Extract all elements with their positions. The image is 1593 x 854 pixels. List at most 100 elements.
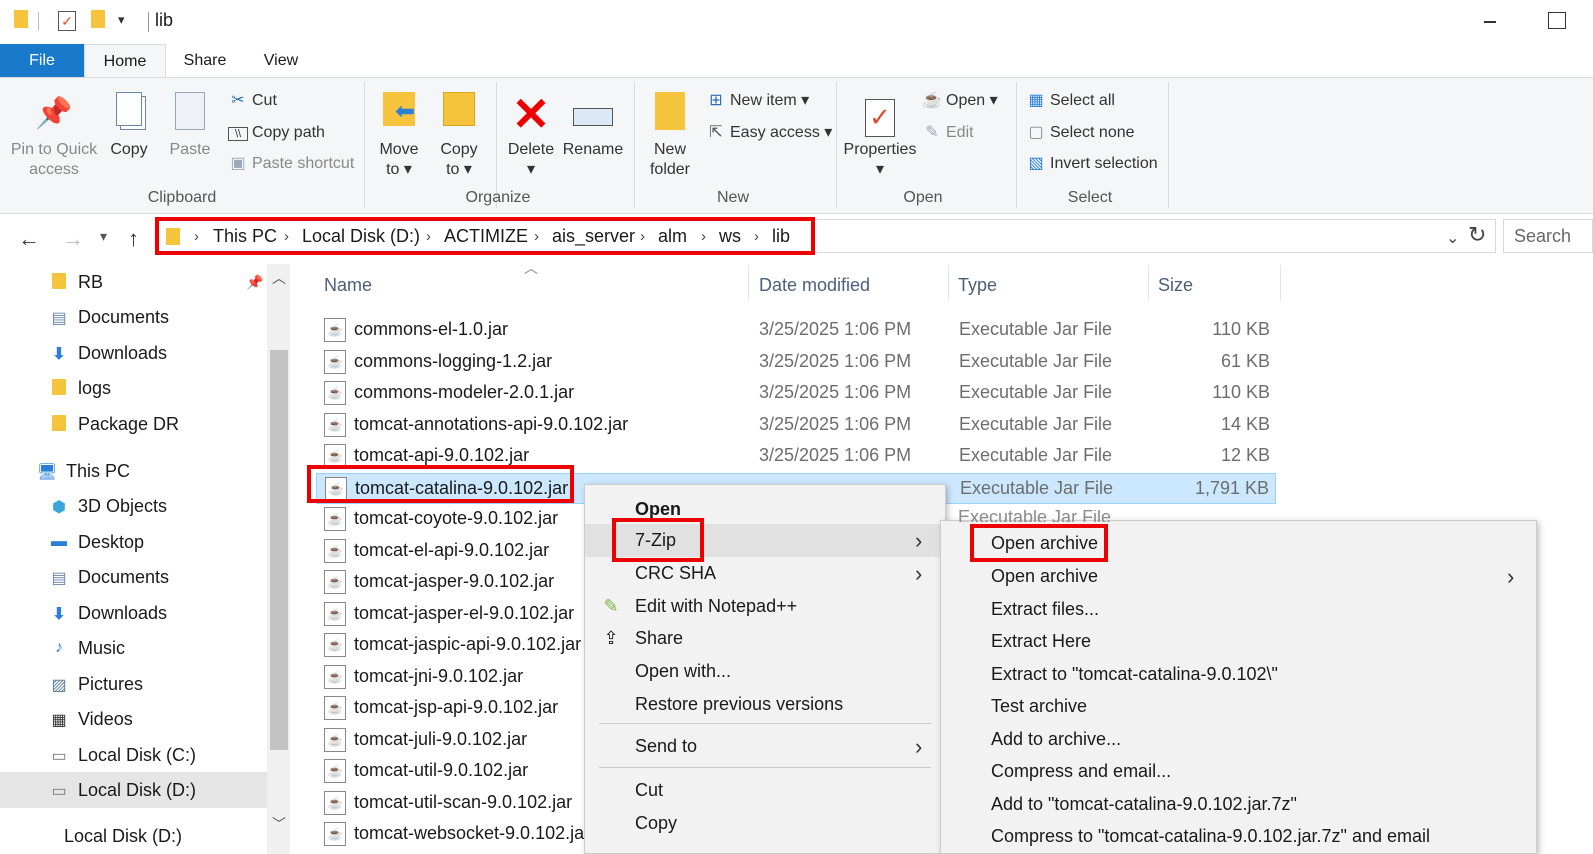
open-button[interactable]: ☕ Open ▾ [922,91,998,111]
properties-button[interactable]: ✓ Properties ▾ [842,92,918,180]
nav-item-pictures[interactable]: ▨ Pictures [48,674,143,695]
menu-item-restore-versions[interactable]: Restore previous versions [585,688,945,721]
sort-ascending-icon: ︿ [524,260,538,276]
submenu-item-test-archive[interactable]: Test archive [941,690,1536,723]
column-divider[interactable] [1280,265,1281,301]
minimize-icon[interactable] [1484,21,1496,23]
new-folder-icon [650,92,690,136]
column-header-size[interactable]: Size [1158,275,1193,296]
copy-button[interactable]: Copy [106,92,152,160]
nav-item-desktop[interactable]: ▬ Desktop [48,532,144,553]
menu-item-cut[interactable]: Cut [585,774,945,807]
nav-item-local-disk-d[interactable]: ▭ Local Disk (D:) [48,780,196,801]
copy-path-icon: \\ [228,127,248,141]
menu-label: Test archive [991,696,1088,716]
delete-label: Delete [507,141,555,158]
submenu-item-extract-files[interactable]: Extract files... [941,593,1536,626]
invert-selection-button[interactable]: ▧ Invert selection [1026,154,1157,174]
tab-share[interactable]: Share [170,44,240,77]
copy-path-button[interactable]: \\ Copy path [228,123,325,143]
file-row[interactable]: ☕ commons-logging-1.2.jar 3/25/2025 1:06 P… [316,347,1276,378]
file-row[interactable]: ☕ commons-modeler-2.0.1.jar 3/25/2025 1:06… [316,378,1276,409]
submenu-item-open-archive-more[interactable]: Open archive › [941,560,1536,593]
nav-item-documents[interactable]: ▤ Documents [48,307,169,328]
divider [38,12,39,30]
move-label-1: Move [379,141,419,158]
column-header-type[interactable]: Type [958,275,997,296]
nav-item-local-disk-d-2[interactable]: Local Disk (D:) [64,826,182,847]
properties-label: Properties [843,141,917,158]
address-dropdown-icon[interactable]: ⌄ [1446,228,1459,248]
cut-button[interactable]: ✂ Cut [228,91,277,111]
maximize-icon[interactable] [1548,12,1566,29]
column-divider[interactable] [748,265,749,301]
copy-to-button[interactable]: Copy to ▾ [436,92,482,180]
nav-item-music[interactable]: ♪ Music [48,638,125,659]
move-to-button[interactable]: ⬅ Move to ▾ [374,92,424,180]
nav-item-this-pc[interactable]: 🖥 This PC [36,461,130,482]
column-divider[interactable] [1148,265,1149,301]
jar-file-icon: ☕ [324,790,346,815]
nav-item-downloads-2[interactable]: ⬇ Downloads [48,603,167,624]
file-type-partial: Executable Jar File [958,510,1112,522]
new-item-button[interactable]: ⊞ New item ▾ [706,91,809,111]
menu-item-open-with[interactable]: Open with... [585,655,945,688]
easy-access-button[interactable]: ⇱ Easy access ▾ [706,123,832,143]
submenu-item-add-to-archive[interactable]: Add to archive... [941,723,1536,756]
submenu-item-add-to-7z[interactable]: Add to "tomcat-catalina-9.0.102.jar.7z" [941,788,1536,821]
nav-scrollbar-thumb[interactable] [270,350,288,750]
paste-button[interactable]: Paste [166,92,214,160]
nav-item-downloads[interactable]: ⬇ Downloads [48,343,167,364]
file-name: tomcat-api-9.0.102.jar [354,445,530,465]
nav-item-local-disk-c[interactable]: ▭ Local Disk (C:) [48,745,196,766]
nav-item-videos[interactable]: ▦ Videos [48,709,132,730]
invert-selection-icon: ▧ [1028,155,1044,172]
column-divider[interactable] [948,265,949,301]
scroll-up-icon[interactable]: ︿ [272,268,286,288]
file-name: tomcat-websocket-9.0.102.jar [354,823,591,843]
menu-item-send-to[interactable]: Send to › [585,730,945,763]
file-row[interactable]: ☕ commons-el-1.0.jar 3/25/2025 1:06 PM Exec… [316,315,1276,346]
select-none-icon: ▢ [1028,124,1044,141]
menu-item-edit-notepad[interactable]: ✎ Edit with Notepad++ [585,590,945,623]
back-arrow-icon[interactable]: ← [18,226,40,252]
scroll-down-icon[interactable]: ﹀ [272,814,286,834]
column-header-name[interactable]: Name [324,275,372,296]
recent-locations-chevron-icon[interactable]: ▾ [100,228,107,245]
tab-file[interactable]: File [0,44,84,77]
refresh-icon[interactable]: ↻ [1468,222,1486,248]
tab-view[interactable]: View [246,44,316,77]
edit-button[interactable]: ✎ Edit [922,123,973,143]
delete-icon: ✕ [511,88,551,140]
nav-item-package-dr[interactable]: Package DR [48,414,179,435]
submenu-item-extract-to[interactable]: Extract to "tomcat-catalina-9.0.102\" [941,658,1536,691]
up-arrow-icon[interactable]: ↑ [128,226,139,252]
menu-item-copy[interactable]: Copy [585,807,945,840]
nav-item-3d-objects[interactable]: ⬢ 3D Objects [48,496,167,517]
search-input[interactable]: Search [1503,219,1593,253]
tab-home[interactable]: Home [84,44,166,77]
ribbon-tabs: File Home Share View [0,44,1593,77]
select-none-button[interactable]: ▢ Select none [1026,123,1134,143]
nav-item-logs[interactable]: logs [48,378,111,399]
delete-button[interactable]: ✕ Delete ▾ [506,88,556,180]
nav-item-documents-2[interactable]: ▤ Documents [48,567,169,588]
file-row[interactable]: ☕ tomcat-annotations-api-9.0.102.jar 3/25/… [316,410,1276,441]
properties-quick-icon[interactable]: ✓ [58,11,76,31]
submenu-item-extract-here[interactable]: Extract Here [941,625,1536,658]
menu-item-share[interactable]: ⇪ Share [585,622,945,655]
pin-to-quick-access-button[interactable]: 📌 Pin to Quick access [8,92,100,180]
new-folder-button[interactable]: New folder [646,92,694,180]
nav-label: Documents [78,307,170,327]
submenu-item-compress-email[interactable]: Compress and email... [941,755,1536,788]
column-header-date[interactable]: Date modified [759,275,870,296]
new-folder-quick-icon[interactable] [91,10,105,28]
quick-access-dropdown-icon[interactable]: ▾ [118,12,125,28]
jar-file-icon: ☕ [324,664,346,689]
submenu-item-compress-7z-email[interactable]: Compress to "tomcat-catalina-9.0.102.jar… [941,820,1536,853]
forward-arrow-icon[interactable]: → [62,226,84,252]
select-all-button[interactable]: ▦ Select all [1026,91,1114,111]
paste-shortcut-button[interactable]: ▣ Paste shortcut [228,154,354,174]
nav-item-rb[interactable]: RB [48,272,103,293]
rename-button[interactable]: Rename [562,92,624,160]
